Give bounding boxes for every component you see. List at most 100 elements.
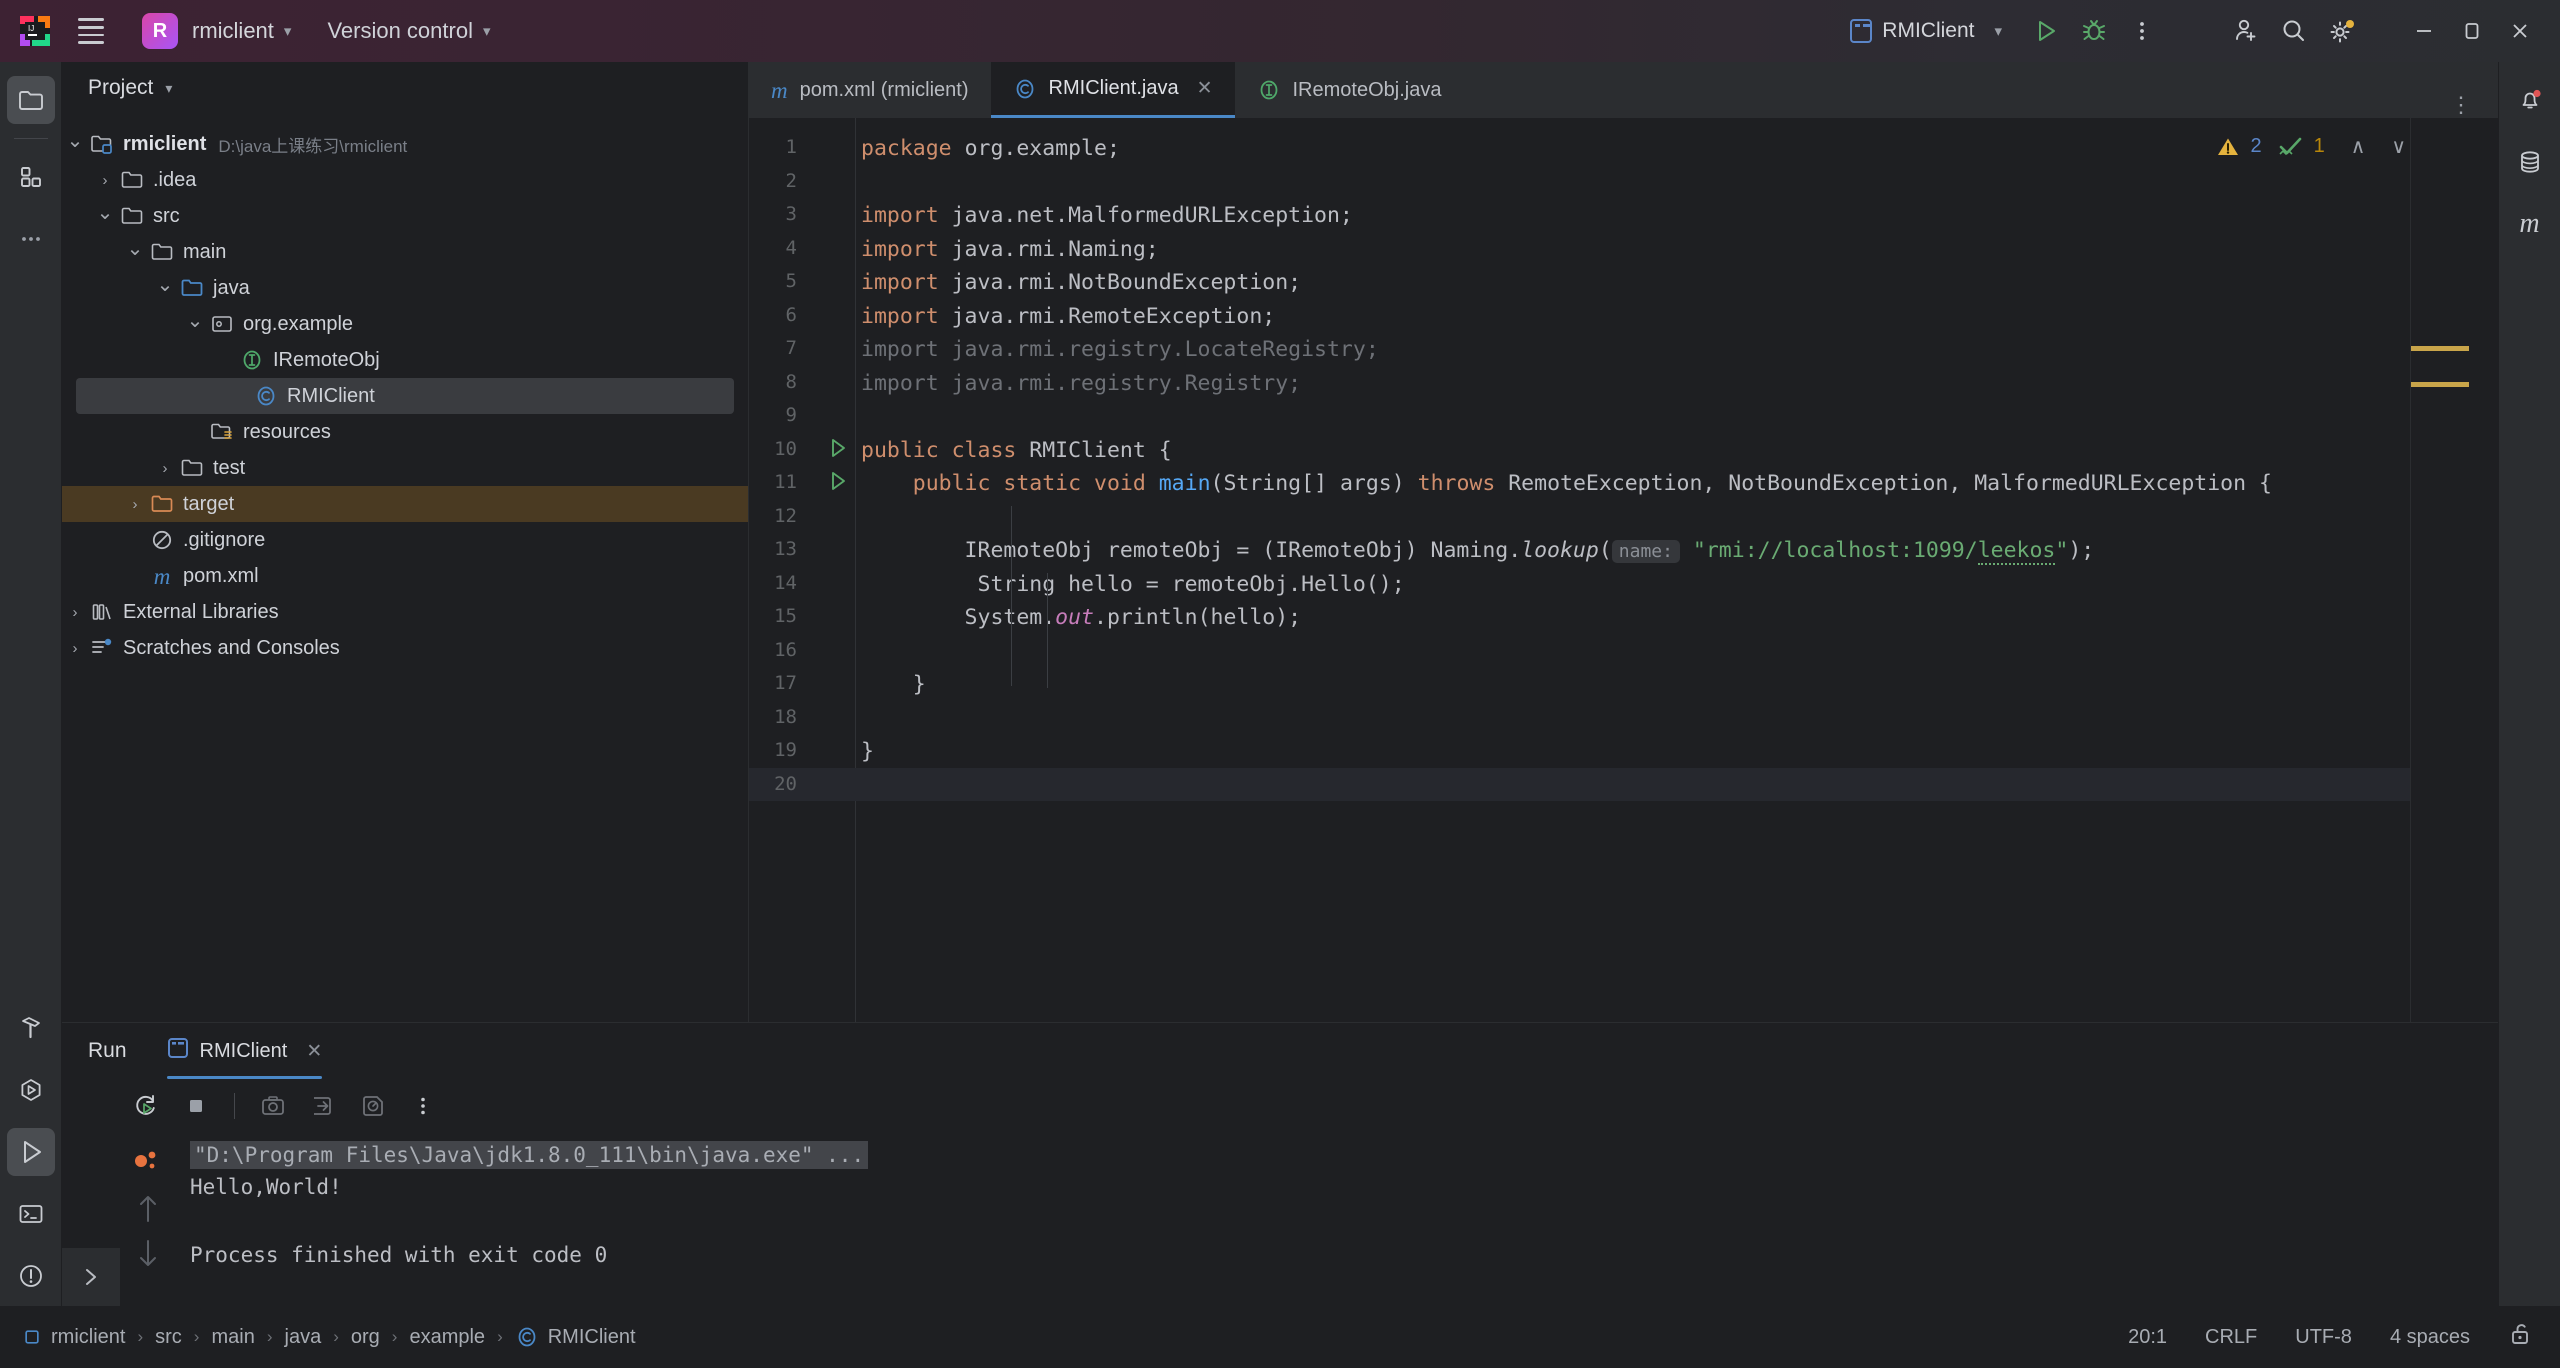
tree-item-test[interactable]: › test: [62, 450, 748, 486]
code-content[interactable]: package org.example; import java.net.Malf…: [861, 118, 2498, 1022]
dump-threads-icon[interactable]: [301, 1084, 345, 1128]
editor-tab-rmiclient[interactable]: RMIClient.java ✕: [990, 62, 1235, 118]
run-tab-bar: Run RMIClient ✕: [62, 1023, 2498, 1079]
breadcrumb-item[interactable]: org: [351, 1326, 380, 1349]
tree-item-main[interactable]: ⌄ main: [62, 234, 748, 270]
project-name-label[interactable]: rmiclient: [192, 18, 274, 44]
warning-marker[interactable]: [2411, 382, 2469, 387]
sidebar-item-build[interactable]: [7, 1004, 55, 1052]
tree-item-rmiclient[interactable]: ⌄ rmiclient D:\java上课练习\rmiclient: [62, 126, 748, 162]
run-configuration-selector[interactable]: RMIClient ▾: [1850, 19, 2002, 43]
close-icon[interactable]: ✕: [1197, 77, 1213, 100]
unlocked-icon[interactable]: [2508, 1321, 2534, 1353]
chevron-right-icon[interactable]: ›: [92, 172, 118, 189]
tree-item-scratches-and-consoles[interactable]: › Scratches and Consoles: [62, 630, 748, 666]
tree-item-rmiclient[interactable]: RMIClient: [76, 378, 734, 414]
chevron-right-icon[interactable]: ›: [122, 496, 148, 513]
indent-setting[interactable]: 4 spaces: [2390, 1326, 2470, 1349]
tree-item-org-example[interactable]: ⌄ org.example: [62, 306, 748, 342]
sidebar-item-problems[interactable]: [7, 1252, 55, 1300]
tree-item-resources[interactable]: resources: [62, 414, 748, 450]
version-control-widget[interactable]: Version control: [327, 18, 473, 44]
expand-run-panel-button[interactable]: [62, 1248, 120, 1306]
sidebar-item-notifications[interactable]: [2506, 76, 2554, 124]
chevron-down-icon[interactable]: ⌄: [92, 203, 118, 226]
chevron-down-icon[interactable]: ⌄: [182, 311, 208, 334]
add-user-icon[interactable]: [2222, 7, 2270, 55]
rerun-button[interactable]: [124, 1084, 168, 1128]
line-number: 10: [774, 437, 797, 460]
editor-tabs-more-button[interactable]: ⋮: [2450, 92, 2498, 118]
breadcrumb-item[interactable]: RMIClient: [515, 1325, 636, 1349]
run-gutter-icon[interactable]: [827, 469, 849, 498]
restore-icon[interactable]: [2448, 7, 2496, 55]
tree-item-target[interactable]: › target: [62, 486, 748, 522]
more-options-button[interactable]: [2118, 7, 2166, 55]
file-encoding[interactable]: UTF-8: [2295, 1326, 2352, 1349]
code-editor[interactable]: 1 2 3 4 5 6 7 8 9 10 11 12 13 14 15 16 17 18 19 20 package …: [749, 118, 2498, 1022]
caret-position[interactable]: 20:1: [2128, 1326, 2167, 1349]
inspection-widget[interactable]: 2 1 ∧ ∨: [2216, 134, 2406, 159]
debug-button[interactable]: [2070, 7, 2118, 55]
breadcrumb-item[interactable]: rmiclient: [22, 1326, 125, 1349]
scroll-up-icon[interactable]: [137, 1191, 159, 1225]
sidebar-item-more-tool-windows[interactable]: [7, 215, 55, 263]
code-line: String hello = remoteObj.Hello();: [861, 571, 1405, 597]
close-icon[interactable]: [2496, 7, 2544, 55]
sidebar-item-database[interactable]: [2506, 138, 2554, 186]
chevron-down-icon[interactable]: ▾: [483, 22, 491, 40]
stop-button[interactable]: [174, 1084, 218, 1128]
chevron-down-icon[interactable]: ⌄: [62, 131, 88, 154]
tree-item-pom-xml[interactable]: m pom.xml: [62, 558, 748, 594]
run-session-tab[interactable]: RMIClient ✕: [166, 1023, 322, 1079]
sidebar-item-run[interactable]: [6, 1128, 55, 1176]
main-menu-button[interactable]: [68, 11, 114, 51]
chevron-right-icon[interactable]: ›: [152, 460, 178, 477]
code-line: import java.rmi.registry.Registry;: [861, 370, 1302, 396]
breadcrumb-item[interactable]: main: [211, 1326, 254, 1349]
chevron-down-icon[interactable]: ▾: [284, 22, 292, 40]
tree-item-java[interactable]: ⌄ java: [62, 270, 748, 306]
chevron-right-icon[interactable]: ›: [62, 604, 88, 621]
sidebar-item-structure[interactable]: [7, 153, 55, 201]
chevron-down-icon[interactable]: ▾: [165, 80, 172, 97]
editor-scrollbar[interactable]: [2410, 118, 2498, 1022]
run-dots-icon: [135, 1151, 156, 1169]
breadcrumb-item[interactable]: src: [155, 1326, 182, 1349]
run-button[interactable]: [2022, 7, 2070, 55]
previous-issue-button[interactable]: ∧: [2351, 134, 2366, 159]
breadcrumb-item[interactable]: example: [409, 1326, 485, 1349]
chevron-down-icon[interactable]: ⌄: [122, 239, 148, 262]
minimize-icon[interactable]: [2400, 7, 2448, 55]
ellipsis-vertical-icon[interactable]: [401, 1084, 445, 1128]
tree-item-src[interactable]: ⌄ src: [62, 198, 748, 234]
search-icon[interactable]: [2270, 7, 2318, 55]
tree-item-iremoteobj[interactable]: IRemoteObj: [62, 342, 748, 378]
sidebar-item-run-with-coverage[interactable]: [7, 1066, 55, 1114]
settings-gear-icon[interactable]: [2318, 7, 2366, 55]
profiler-icon[interactable]: [351, 1084, 395, 1128]
tree-item--gitignore[interactable]: .gitignore: [62, 522, 748, 558]
next-issue-button[interactable]: ∨: [2391, 134, 2406, 159]
chevron-down-icon[interactable]: ⌄: [152, 275, 178, 298]
run-gutter-icon[interactable]: [827, 436, 849, 465]
breadcrumb-item[interactable]: java: [285, 1326, 322, 1349]
sidebar-item-maven[interactable]: m: [2506, 200, 2554, 248]
sidebar-item-terminal[interactable]: [7, 1190, 55, 1238]
tree-item-external-libraries[interactable]: › External Libraries: [62, 594, 748, 630]
code-line: package org.example;: [861, 136, 1120, 161]
line-number: 14: [774, 571, 797, 594]
console-output[interactable]: "D:\Program Files\Java\jdk1.8.0_111\bin\…: [62, 1133, 2498, 1301]
sidebar-item-project[interactable]: [6, 76, 55, 124]
editor-tab-iremoteobj[interactable]: IRemoteObj.java: [1235, 62, 1464, 118]
editor-tab-pom[interactable]: m pom.xml (rmiclient): [749, 62, 991, 118]
tree-item--idea[interactable]: › .idea: [62, 162, 748, 198]
chevron-right-icon[interactable]: ›: [62, 640, 88, 657]
warning-marker[interactable]: [2411, 346, 2469, 351]
close-icon[interactable]: ✕: [306, 1040, 322, 1063]
camera-icon[interactable]: [251, 1084, 295, 1128]
indent-guide: [1047, 573, 1048, 688]
line-separator[interactable]: CRLF: [2205, 1326, 2257, 1349]
scroll-down-icon[interactable]: [137, 1237, 159, 1271]
run-config-icon: [167, 1036, 189, 1066]
